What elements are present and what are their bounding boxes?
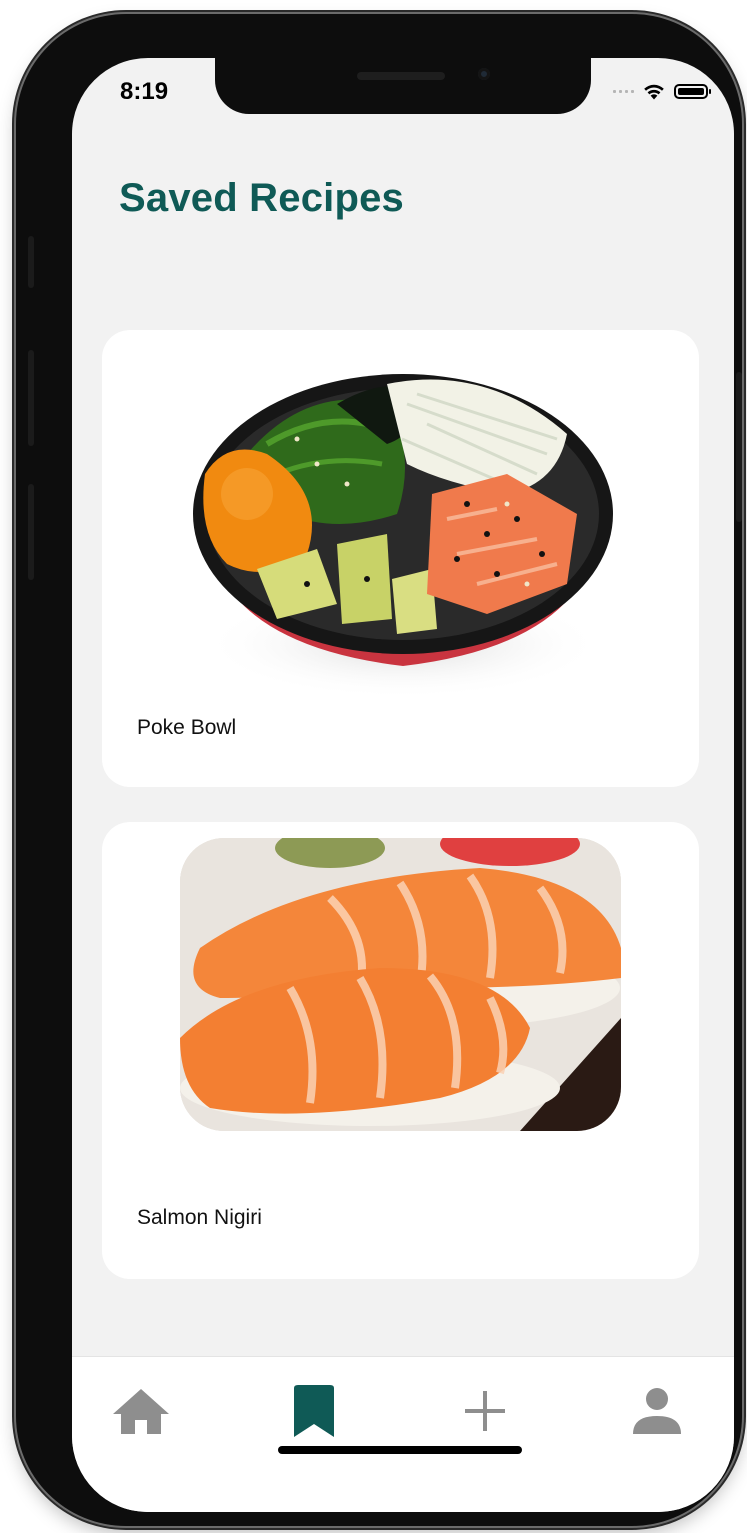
- status-icons: [613, 82, 711, 100]
- home-icon: [113, 1389, 169, 1434]
- front-camera: [478, 68, 490, 80]
- home-indicator[interactable]: [278, 1446, 522, 1454]
- wifi-icon: [644, 84, 664, 100]
- recipe-title: Salmon Nigiri: [137, 1206, 262, 1229]
- bookmark-icon: [294, 1385, 334, 1437]
- recipe-card-salmon-nigiri[interactable]: Salmon Nigiri: [102, 822, 699, 1279]
- volume-down-button: [28, 484, 34, 580]
- poke-bowl-image: [187, 344, 619, 708]
- tab-saved[interactable]: [279, 1381, 349, 1441]
- recipe-title: Poke Bowl: [137, 716, 237, 739]
- battery-icon: [674, 83, 711, 99]
- tab-profile[interactable]: [622, 1381, 692, 1441]
- mute-switch: [28, 236, 34, 288]
- status-time: 8:19: [120, 78, 169, 105]
- phone-frame: 8:19 Saved Recipes Poke Bowl Salmon Nigi…: [16, 14, 742, 1526]
- plus-icon: [465, 1391, 505, 1431]
- page-title: Saved Recipes: [119, 176, 404, 220]
- screen: 8:19 Saved Recipes Poke Bowl Salmon Nigi…: [72, 58, 734, 1512]
- recipe-card-poke-bowl[interactable]: Poke Bowl: [102, 330, 699, 787]
- speaker-grille: [357, 72, 445, 80]
- cellular-signal-icon: [613, 89, 634, 93]
- notch: [215, 58, 591, 114]
- power-button: [736, 372, 742, 522]
- volume-up-button: [28, 350, 34, 446]
- tab-home[interactable]: [106, 1381, 176, 1441]
- bottom-tab-bar: [72, 1356, 734, 1512]
- salmon-nigiri-image: [180, 838, 621, 1131]
- person-icon: [633, 1388, 681, 1434]
- tab-add-recipe[interactable]: [450, 1381, 520, 1441]
